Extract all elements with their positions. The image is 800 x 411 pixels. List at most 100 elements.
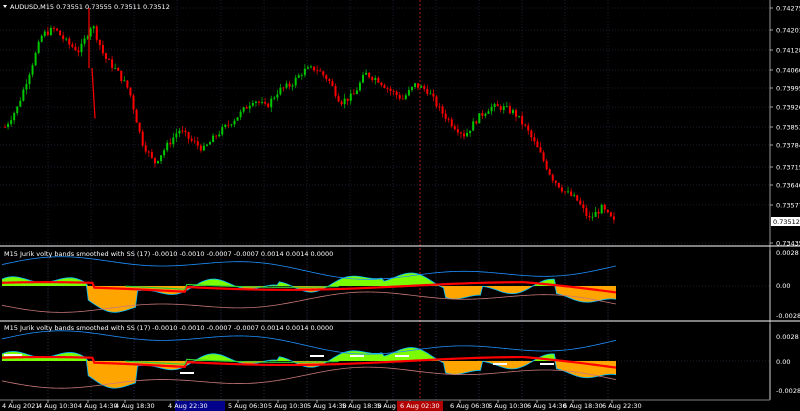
- candle-body: [420, 86, 423, 88]
- candle-body: [59, 30, 62, 36]
- candle-body: [184, 130, 187, 133]
- candle-body: [126, 80, 129, 88]
- candle-body: [209, 142, 212, 145]
- price-axis[interactable]: 0.74275 0.74201 0.74128 0.74060 0.73995 0.739…: [770, 5, 800, 248]
- candle-body: [365, 72, 368, 75]
- histogram-positive: [2, 272, 616, 286]
- candle-body: [163, 150, 166, 156]
- candle-body: [334, 85, 337, 97]
- candle-body: [166, 142, 169, 151]
- candle-body: [582, 204, 585, 209]
- candles: [4, 8, 615, 224]
- candle-body: [576, 195, 579, 201]
- candle-body: [264, 101, 267, 104]
- candle-body: [227, 124, 230, 126]
- candle-body: [230, 124, 233, 126]
- candle-body: [407, 89, 410, 96]
- time-label: 6 Aug 06:30: [450, 402, 490, 410]
- price-label: 0.74275: [776, 5, 800, 13]
- candle-body: [273, 97, 276, 99]
- candle-body: [429, 93, 432, 95]
- price-label: 0.73577: [776, 202, 800, 210]
- candle-body: [316, 70, 319, 72]
- dropdown-arrow-icon[interactable]: [3, 5, 7, 8]
- candle-body: [215, 135, 218, 137]
- candle-body: [368, 72, 371, 78]
- candle-body: [224, 124, 227, 128]
- candle-body: [551, 174, 554, 181]
- time-axis[interactable]: 4 Aug 20214 Aug 10:30 4 Aug 14:304 Aug 18…: [2, 400, 642, 411]
- candle-body: [459, 132, 462, 134]
- candle-body: [56, 28, 59, 31]
- candle-body: [239, 111, 242, 118]
- candle-body: [4, 126, 6, 128]
- candle-body: [175, 133, 178, 138]
- candle-body: [371, 77, 374, 80]
- price-label: 0.73926: [776, 104, 800, 112]
- candle-body: [527, 125, 530, 131]
- candle-body: [40, 35, 43, 42]
- candle-body: [389, 88, 392, 92]
- candle-body: [511, 110, 514, 114]
- svg-text:-0.0028: -0.0028: [776, 312, 800, 320]
- candle-body: [548, 169, 551, 175]
- marker-dash: [4, 354, 22, 356]
- candle-spike: [91, 68, 96, 119]
- candle-body: [248, 105, 251, 109]
- candle-body: [493, 104, 496, 107]
- candle-body: [101, 45, 104, 54]
- candle-body: [111, 59, 114, 69]
- candle-body: [322, 71, 325, 76]
- time-label: 5 Aug 14:30: [307, 402, 347, 410]
- candle-body: [469, 130, 472, 133]
- candle-body: [612, 216, 615, 220]
- candle-body: [542, 152, 545, 161]
- indicator-1-title: M15 Jurik volty bands smoothed with SS (…: [4, 250, 333, 258]
- candle-body: [150, 152, 153, 158]
- price-label: 0.73784: [776, 142, 800, 150]
- candle-body: [74, 46, 77, 51]
- candle-body: [346, 98, 349, 101]
- candle-body: [31, 65, 34, 75]
- candle-body: [34, 52, 37, 66]
- candle-body: [530, 130, 533, 138]
- candle-body: [282, 87, 285, 89]
- candle-body: [297, 75, 300, 78]
- time-label: 6 Aug 02:30: [400, 402, 440, 410]
- candle-body: [521, 115, 524, 125]
- candle-body: [518, 115, 521, 117]
- price-label: 0.74060: [776, 67, 800, 75]
- candle-body: [261, 101, 264, 103]
- candle-body: [135, 109, 138, 123]
- candle-body: [496, 104, 499, 107]
- candle-body: [270, 98, 273, 108]
- candle-body: [28, 74, 31, 85]
- candle-body: [257, 101, 260, 103]
- candle-body: [377, 77, 380, 83]
- candle-body: [481, 113, 484, 116]
- candle-body: [117, 67, 120, 71]
- candle-body: [196, 141, 199, 146]
- candle-body: [291, 85, 294, 87]
- candle-body: [570, 191, 573, 196]
- candle-body: [585, 208, 588, 217]
- chart-canvas: AUDUSD,M15 0.73551 0.73555 0.73511 0.735…: [0, 0, 800, 411]
- marker-dash: [180, 372, 194, 374]
- svg-text:0.0028: 0.0028: [776, 333, 799, 341]
- svg-text:-0.0028: -0.0028: [776, 387, 800, 395]
- candle-body: [300, 75, 303, 76]
- candle-body: [254, 101, 257, 103]
- candle-body: [71, 44, 74, 47]
- candle-body: [447, 118, 450, 120]
- candle-body: [303, 68, 306, 76]
- price-label: 0.74201: [776, 27, 800, 35]
- candle-body: [475, 121, 478, 124]
- candle-body: [245, 107, 248, 109]
- candle-body: [392, 91, 395, 92]
- candle-body: [478, 113, 481, 124]
- candle-body: [594, 211, 597, 217]
- candle-body: [37, 41, 40, 53]
- candle-body: [563, 191, 566, 193]
- candle-body: [205, 144, 208, 146]
- marker-dash: [310, 355, 324, 357]
